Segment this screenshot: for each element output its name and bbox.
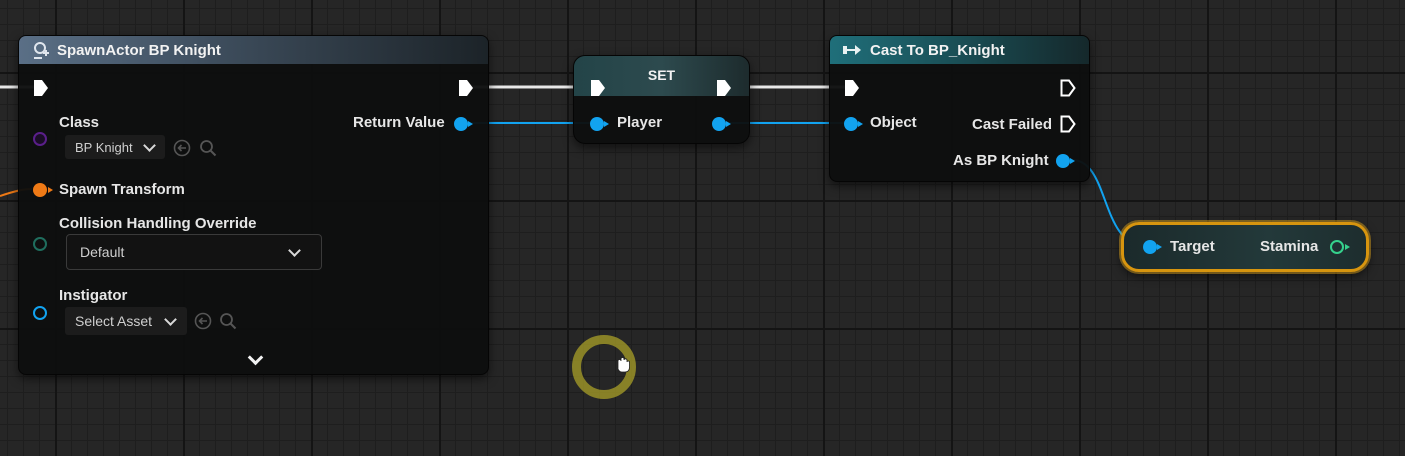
as-bp-knight-label: As BP Knight (953, 152, 1049, 169)
spawn-transform-label: Spawn Transform (59, 181, 185, 198)
cast-to-header[interactable]: Cast To BP_Knight (830, 36, 1089, 64)
target-label: Target (1170, 238, 1215, 255)
use-selected-icon[interactable] (173, 139, 191, 157)
chevron-down-icon (288, 244, 301, 257)
collision-pin[interactable] (33, 237, 47, 251)
player-out-pin[interactable] (712, 117, 731, 131)
instigator-dropdown[interactable]: Select Asset (65, 307, 187, 335)
spawn-transform-pin[interactable] (33, 183, 47, 197)
spawn-actor-header[interactable]: SpawnActor BP Knight (19, 36, 488, 64)
exec-in-pin[interactable] (33, 79, 49, 97)
stamina-label: Stamina (1260, 238, 1319, 255)
grab-hand-cursor-icon (617, 357, 630, 373)
instigator-label: Instigator (59, 287, 128, 304)
player-in-pin[interactable] (590, 117, 609, 131)
class-dropdown-value: BP Knight (75, 139, 133, 155)
stamina-pin[interactable] (1330, 240, 1344, 254)
collision-dropdown[interactable]: Default (66, 234, 322, 270)
exec-in-pin[interactable] (844, 79, 860, 97)
chevron-down-icon (164, 313, 177, 326)
set-node[interactable]: SET Player (573, 55, 750, 144)
stamina-pin-arrow (1345, 244, 1350, 250)
set-title: SET (647, 67, 676, 83)
use-selected-icon[interactable] (194, 312, 212, 330)
spawn-transform-pin-arrow (48, 187, 53, 193)
exec-in-pin[interactable] (590, 79, 606, 97)
cast-to-title: Cast To BP_Knight (870, 41, 1005, 59)
exec-out-pin[interactable] (458, 79, 474, 97)
player-label: Player (617, 114, 663, 131)
cast-to-node[interactable]: Cast To BP_Knight Object Cast Failed As … (829, 35, 1090, 182)
collision-dropdown-value: Default (80, 244, 125, 260)
cast-failed-exec-pin[interactable] (1060, 115, 1076, 133)
return-value-pin[interactable] (454, 117, 473, 131)
spawn-actor-icon (34, 42, 49, 59)
target-pin[interactable] (1143, 240, 1162, 254)
class-label: Class (59, 114, 100, 131)
exec-out-pin[interactable] (1060, 79, 1076, 97)
object-label: Object (870, 114, 917, 131)
chevron-down-icon (143, 139, 156, 152)
class-dropdown[interactable]: BP Knight (65, 135, 165, 159)
exec-out-pin[interactable] (716, 79, 732, 97)
spawn-actor-node[interactable]: SpawnActor BP Knight Class BP Knight Ret… (18, 35, 489, 375)
instigator-dropdown-value: Select Asset (75, 313, 153, 329)
spawn-actor-title: SpawnActor BP Knight (57, 41, 221, 59)
stamina-getter-node[interactable]: Target Stamina (1121, 222, 1369, 272)
search-icon[interactable] (219, 312, 237, 330)
search-icon[interactable] (199, 139, 217, 157)
instigator-pin[interactable] (33, 306, 47, 320)
class-pin[interactable] (33, 132, 47, 146)
collision-label: Collision Handling Override (59, 215, 257, 232)
cast-icon (843, 45, 861, 55)
object-pin[interactable] (844, 117, 863, 131)
as-bp-knight-pin[interactable] (1056, 154, 1075, 168)
expand-advanced-chevron-icon[interactable] (247, 349, 264, 366)
return-value-label: Return Value (353, 114, 445, 131)
cast-failed-label: Cast Failed (972, 116, 1053, 133)
